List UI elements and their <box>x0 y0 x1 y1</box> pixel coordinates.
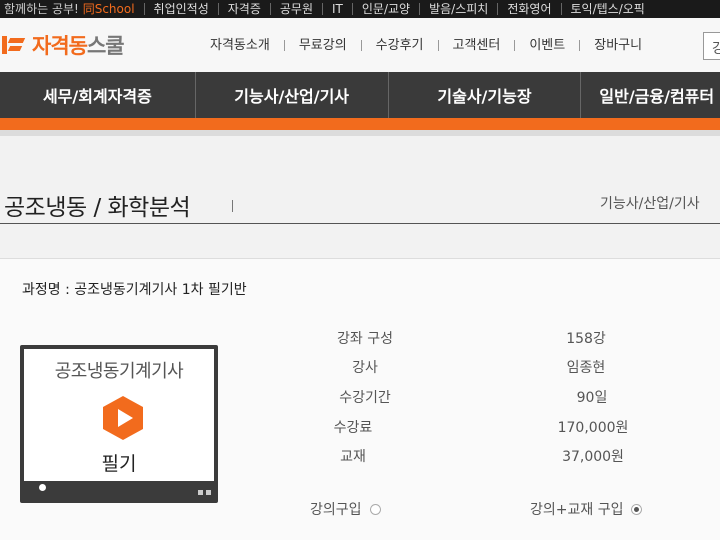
top-link-cert[interactable]: 자격증 <box>219 3 271 15</box>
site-logo[interactable]: 자격동스쿨 <box>2 30 125 60</box>
promo-brand: 同School <box>82 2 135 16</box>
option-lecture-textbook-radio[interactable] <box>631 503 643 515</box>
thumbnail-subtitle: 필기 <box>101 453 137 475</box>
gnb-reviews[interactable]: 수강후기 <box>362 39 439 52</box>
top-link-job[interactable]: 취업인적성 <box>145 3 219 15</box>
play-icon[interactable] <box>102 395 144 441</box>
course-thumbnail[interactable]: 공조냉동기계기사 필기 <box>20 345 218 503</box>
info-label-instructor: 강사 <box>352 360 378 376</box>
info-value-instructor: 임종현 <box>566 360 606 376</box>
top-link-civil[interactable]: 공무원 <box>271 3 323 15</box>
promo-text: 함께하는 공부! <box>4 2 79 16</box>
title-separator <box>232 200 233 212</box>
top-link-phone-english[interactable]: 전화영어 <box>498 3 562 15</box>
option-lecture-only-radio[interactable] <box>369 503 381 515</box>
search-input[interactable]: 강 <box>703 32 720 60</box>
top-link-speech[interactable]: 발음/스피치 <box>420 3 499 15</box>
category-tax-accounting[interactable]: 세무/회계자격증 <box>0 72 196 118</box>
category-engineer[interactable]: 기술사/기능장 <box>389 72 582 118</box>
title-underline <box>0 223 720 224</box>
top-utility-bar: 함께하는 공부! 同School 취업인적성 자격증 공무원 IT 인문/교양 … <box>0 0 720 18</box>
gnb-cart[interactable]: 장바구니 <box>580 39 656 52</box>
gnb-free-lectures[interactable]: 무료강의 <box>285 39 362 52</box>
top-link-humanities[interactable]: 인문/교양 <box>353 3 421 15</box>
global-nav: 자격동소개 무료강의 수강후기 고객센터 이벤트 장바구니 <box>196 18 656 72</box>
info-label-period: 수강기간 <box>339 390 391 406</box>
info-value-textbook: 37,000원 <box>562 449 624 465</box>
breadcrumb[interactable]: 기능사/산업/기사 <box>600 193 700 213</box>
page-title: 공조냉동 / 화학분석 <box>4 195 191 221</box>
nav-shadow <box>0 130 720 136</box>
option-lecture-only[interactable]: 강의구입 <box>310 499 381 519</box>
info-label-textbook: 교재 <box>340 449 366 465</box>
info-value-fee: 170,000원 <box>557 420 629 436</box>
category-technician[interactable]: 기능사/산업/기사 <box>196 72 389 118</box>
top-link-toeic[interactable]: 토익/텝스/오픽 <box>562 3 654 15</box>
gnb-support[interactable]: 고객센터 <box>439 39 516 52</box>
category-general-finance[interactable]: 일반/금융/컴퓨터 <box>581 72 720 118</box>
info-label-fee: 수강료 <box>333 420 373 436</box>
site-header: 자격동스쿨 자격동소개 무료강의 수강후기 고객센터 이벤트 장바구니 강 <box>0 18 720 72</box>
progress-dot-icon <box>39 484 46 491</box>
thumbnail-title: 공조냉동기계기사 <box>54 361 184 382</box>
category-nav: 세무/회계자격증 기능사/산업/기사 기술사/기능장 일반/금융/컴퓨터 <box>0 72 720 118</box>
option-lecture-only-label: 강의구입 <box>310 502 362 518</box>
logo-text: 자격동스쿨 <box>32 34 125 58</box>
gnb-events[interactable]: 이벤트 <box>515 39 581 52</box>
option-lecture-textbook-label: 강의+교재 구입 <box>530 502 624 518</box>
top-promo[interactable]: 함께하는 공부! 同School <box>0 3 145 15</box>
logo-mark-icon <box>2 34 28 56</box>
control-icon <box>198 490 203 495</box>
course-panel: 과정명 : 공조냉동기계기사 1차 필기반 공조냉동기계기사 필기 강좌 구성 … <box>0 258 720 540</box>
thumbnail-screen: 공조냉동기계기사 필기 <box>24 349 214 481</box>
accent-divider <box>0 118 720 130</box>
course-name: 과정명 : 공조냉동기계기사 1차 필기반 <box>22 282 247 298</box>
option-lecture-textbook[interactable]: 강의+교재 구입 <box>530 499 643 519</box>
top-link-it[interactable]: IT <box>323 3 353 15</box>
info-value-composition: 158강 <box>566 331 606 347</box>
gnb-about[interactable]: 자격동소개 <box>196 39 285 52</box>
info-value-period: 90일 <box>576 390 608 406</box>
info-label-composition: 강좌 구성 <box>337 331 393 347</box>
control-icon <box>206 490 211 495</box>
